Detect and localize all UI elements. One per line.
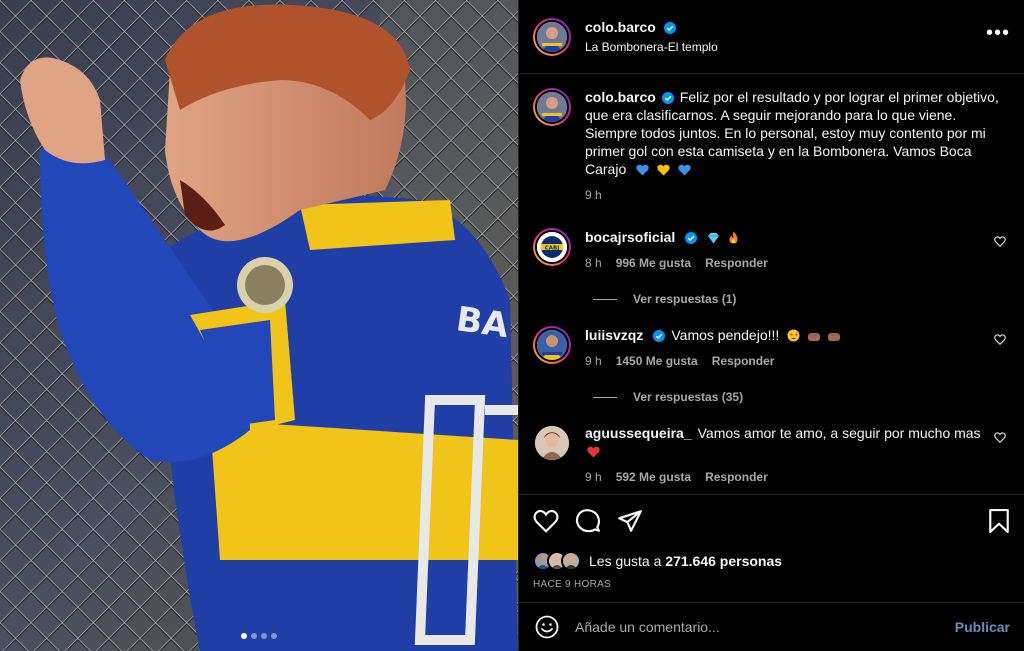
comment-item: luiisvzqz Vamos pendejo!!! 9 h 1450 Me gu…: [533, 326, 1010, 368]
blue-heart-icon: [636, 162, 649, 180]
comment-username[interactable]: luiisvzqz: [585, 327, 643, 343]
comment-likes[interactable]: 1450 Me gusta: [616, 354, 698, 368]
verified-badge-icon: [653, 330, 666, 342]
raised-fist-icon: [827, 328, 841, 346]
publish-button[interactable]: Publicar: [955, 619, 1010, 635]
comment-text: Vamos pendejo!!!: [671, 327, 780, 343]
post-timestamp[interactable]: HACE 9 HORAS: [533, 579, 1010, 590]
view-replies-label[interactable]: Ver respuestas (1): [633, 292, 736, 306]
liker-avatar: [561, 551, 581, 571]
star-struck-icon: [787, 328, 800, 346]
player-celebration-image: BA: [0, 0, 518, 651]
red-heart-icon: [587, 444, 600, 462]
comment-text: Vamos amor te amo, a seguir por mucho ma…: [697, 425, 981, 441]
likes-prefix: Les gusta a: [589, 553, 662, 569]
post-header: colo.barco La Bombonera-El templo •••: [519, 0, 1024, 74]
carousel-dot[interactable]: [271, 633, 277, 639]
author-avatar[interactable]: [533, 88, 571, 126]
verified-badge-icon: [685, 232, 698, 244]
comment-likes[interactable]: 592 Me gusta: [616, 470, 691, 484]
verified-badge-icon: [664, 22, 677, 34]
comment-item: CABJ bocajrsoficial 8 h 996 Me gusta Res…: [533, 228, 1010, 270]
comment-time[interactable]: 8 h: [585, 256, 602, 270]
comment-icon[interactable]: [575, 508, 601, 534]
caption-time[interactable]: 9 h: [585, 188, 602, 202]
raised-fist-icon: [807, 328, 821, 346]
instagram-post-view: BA colo.barco La Bombonera-El templo •••…: [0, 0, 1024, 651]
reply-button[interactable]: Responder: [705, 470, 768, 484]
comment-likes[interactable]: 996 Me gusta: [616, 256, 691, 270]
reply-button[interactable]: Responder: [705, 256, 768, 270]
comment-username[interactable]: bocajrsoficial: [585, 229, 675, 245]
likes-count[interactable]: 271.646 personas: [665, 553, 782, 569]
caption-username[interactable]: colo.barco: [585, 89, 656, 105]
post-side-panel: colo.barco La Bombonera-El templo ••• co…: [518, 0, 1024, 651]
comment-username[interactable]: aguussequeira_: [585, 425, 692, 441]
svg-text:BA: BA: [454, 299, 512, 346]
comment-input[interactable]: [575, 619, 955, 635]
commenter-avatar[interactable]: [533, 424, 571, 462]
post-location[interactable]: La Bombonera-El templo: [585, 40, 718, 54]
comment-like-icon[interactable]: [994, 236, 1006, 247]
post-caption: colo.barco Feliz por el resultado y por l…: [533, 88, 1010, 202]
comment-item: aguussequeira_ Vamos amor te amo, a segui…: [533, 424, 1010, 484]
carousel-dot[interactable]: [241, 633, 247, 639]
gem-icon: [707, 230, 720, 248]
comment-like-icon[interactable]: [994, 432, 1006, 443]
author-username[interactable]: colo.barco: [585, 19, 656, 35]
comment-like-icon[interactable]: [994, 334, 1006, 345]
carousel-dot[interactable]: [251, 633, 257, 639]
likes-summary[interactable]: Les gusta a 271.646 personas: [533, 551, 1010, 571]
reply-button[interactable]: Responder: [712, 354, 775, 368]
commenter-avatar[interactable]: CABJ: [533, 228, 571, 266]
smiley-icon[interactable]: [535, 615, 559, 639]
comments-list[interactable]: colo.barco Feliz por el resultado y por l…: [519, 74, 1024, 494]
post-actions: Les gusta a 271.646 personas HACE 9 HORA…: [519, 494, 1024, 602]
view-replies-label[interactable]: Ver respuestas (35): [633, 390, 743, 404]
view-replies-button[interactable]: Ver respuestas (35): [593, 390, 1010, 404]
post-photo[interactable]: BA: [0, 0, 518, 651]
blue-heart-icon: [678, 162, 691, 180]
verified-badge-icon: [661, 92, 674, 104]
carousel-indicator: [0, 633, 518, 639]
svg-text:CABJ: CABJ: [545, 246, 560, 252]
comment-time[interactable]: 9 h: [585, 470, 602, 484]
carousel-dot[interactable]: [261, 633, 267, 639]
more-horizontal-icon[interactable]: •••: [986, 23, 1010, 43]
send-icon[interactable]: [617, 509, 643, 533]
view-replies-button[interactable]: Ver respuestas (1): [593, 292, 1010, 306]
author-avatar[interactable]: [533, 17, 571, 56]
commenter-avatar[interactable]: [533, 326, 571, 364]
yellow-heart-icon: [657, 162, 670, 180]
comment-composer: Publicar: [519, 602, 1024, 651]
heart-icon[interactable]: [533, 509, 559, 533]
fire-icon: [728, 230, 739, 248]
bookmark-icon[interactable]: [988, 509, 1010, 533]
comment-time[interactable]: 9 h: [585, 354, 602, 368]
